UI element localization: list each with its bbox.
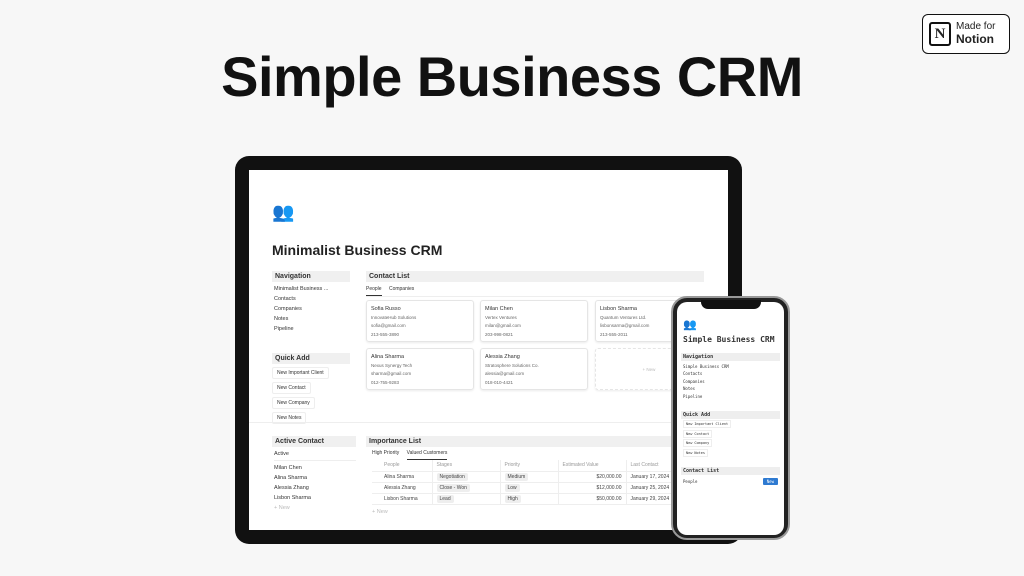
nav-item-pipeline[interactable]: Pipeline [274,326,350,332]
importance-table: People Stages Priority Estimated Value L… [372,460,675,505]
active-contact-item[interactable]: Milan Chen [274,465,356,471]
phone-nav-item[interactable]: Notes [683,386,778,391]
contact-card[interactable]: Alessia Zhang Stratosphere Solutions Co.… [480,348,588,390]
stage-tag: Negotiation [436,472,468,481]
phone-quick-add-button[interactable]: New Important Client [683,420,732,428]
contact-name: Sofia Russo [371,306,401,312]
notion-logo: N [929,22,951,46]
phone-contact-list-heading: Contact List [681,466,780,475]
cell-last-contact: January 29, 2024 [626,493,675,505]
priority-tag: Medium [504,472,529,481]
active-contact-item[interactable]: Alessia Zhang [274,485,356,491]
contact-email: sharma@gmail.com [371,371,412,376]
contact-card[interactable]: Sofia Russo InnovateHub Solutions sofia@… [366,300,474,342]
tab-high-priority[interactable]: High Priority [372,450,399,459]
table-row[interactable]: Lisbon Sharma Lead High $50,000.00 Janua… [372,493,675,505]
phone-notch [701,300,761,309]
phone-nav-item[interactable]: Pipeline [683,394,778,399]
phone-nav-item[interactable]: Companies [683,379,778,384]
cell-estimated-value: $20,000.00 [558,471,627,483]
col-people[interactable]: People [372,460,433,472]
cell-estimated-value: $50,000.00 [558,493,627,505]
priority-tag: Low [504,483,520,492]
tablet-screen: 👥 Minimalist Business CRM Navigation Min… [249,170,728,530]
contact-list-heading: Contact List [366,271,704,282]
priority-tag: High [504,494,521,503]
contact-phone: 213-555-3890 [371,331,400,337]
phone-tab-people[interactable]: People [683,479,697,484]
active-contact-section: Active Contact Active Milan Chen Alina S… [272,436,356,511]
phone-page-title: Simple Business CRM [683,335,775,344]
tab-valued-customers[interactable]: Valued Customers [406,450,448,460]
cell-person[interactable]: Alessia Zhang [372,482,433,494]
active-filter[interactable]: Active [274,451,356,461]
people-icon: 👥 [272,202,295,222]
phone-new-button[interactable]: New [762,477,778,485]
phone-quick-add-heading: Quick Add [681,410,780,419]
quick-add-section: Quick Add New Important Client New Conta… [272,353,350,424]
nav-item-companies[interactable]: Companies [274,306,350,312]
phone-nav-item[interactable]: Simple Business CRM [683,364,778,369]
contact-company: Stratosphere Solutions Co. [485,362,539,368]
cell-person[interactable]: Alina Sharma [372,471,433,483]
contact-email: sofia@gmail.com [371,323,406,328]
tab-people[interactable]: People [366,286,382,296]
contact-phone: 012-755-9283 [371,379,400,385]
cell-last-contact: January 17, 2024 [626,471,675,483]
page-title: Minimalist Business CRM [272,242,443,258]
made-for-notion-badge: N Made for Notion [922,14,1010,54]
contact-company: InnovateHub Solutions [371,314,417,320]
col-last-contact[interactable]: Last Contact [626,460,675,472]
navigation-heading: Navigation [272,271,350,282]
col-priority[interactable]: Priority [500,460,559,472]
active-contact-item[interactable]: Lisbon Sharma [274,495,356,501]
contact-card[interactable]: Milan Chen Vertex Ventures milan@gmail.c… [480,300,588,342]
tab-companies[interactable]: Companies [389,286,414,295]
navigation-section: Navigation Minimalist Business ... Conta… [272,271,350,332]
contact-phone: 203-998-0821 [485,331,514,337]
contact-phone: 018-010-4421 [485,379,514,385]
contact-name: Alina Sharma [371,354,405,360]
nav-item-contacts[interactable]: Contacts [274,296,350,302]
new-company-button[interactable]: New Company [272,397,315,409]
contact-name: Milan Chen [485,306,513,312]
phone-nav-item[interactable]: Contacts [683,371,778,376]
cell-last-contact: January 25, 2024 [626,482,675,494]
phone-quick-add-button[interactable]: New Contact [683,429,713,438]
cell-estimated-value: $12,000.00 [558,482,627,494]
new-important-client-button[interactable]: New Important Client [272,367,329,379]
people-icon: 👥 [683,318,697,331]
phone-navigation-heading: Navigation [681,353,780,361]
stage-tag: Lead [436,494,454,503]
badge-line2: Notion [956,32,994,46]
phone-quick-add-button[interactable]: New Notes [683,448,708,457]
headline: Simple Business CRM [221,45,803,108]
contact-email: milan@gmail.com [485,323,521,328]
contact-list-section: Contact List People Companies [366,271,704,297]
quick-add-heading: Quick Add [272,353,350,364]
nav-item-home[interactable]: Minimalist Business ... [274,286,350,292]
table-row[interactable]: Alessia Zhang Close - Won Low $12,000.00… [372,482,675,494]
stage-tag: Close - Won [436,483,470,492]
new-contact-button[interactable]: New Contact [272,382,311,394]
active-contact-heading: Active Contact [272,436,356,447]
col-stages[interactable]: Stages [432,460,501,472]
nav-item-notes[interactable]: Notes [274,316,350,322]
new-active-contact-button[interactable]: + New [274,505,356,511]
active-contact-item[interactable]: Alina Sharma [274,475,356,481]
cell-person[interactable]: Lisbon Sharma [372,493,433,505]
contact-name: Alessia Zhang [485,354,520,360]
contact-email: alessia@gmail.com [485,371,525,376]
contact-company: Nexus Synergy Tech [371,362,413,368]
table-row[interactable]: Alina Sharma Negotiation Medium $20,000.… [372,471,675,483]
contact-company: Vertex Ventures [485,314,517,320]
phone-quick-add-button[interactable]: New Company [683,439,713,447]
contact-card[interactable]: Alina Sharma Nexus Synergy Tech sharma@g… [366,348,474,390]
col-estimated-value[interactable]: Estimated Value [558,460,627,472]
phone-screen: 👥 Simple Business CRM Navigation Simple … [677,302,784,535]
